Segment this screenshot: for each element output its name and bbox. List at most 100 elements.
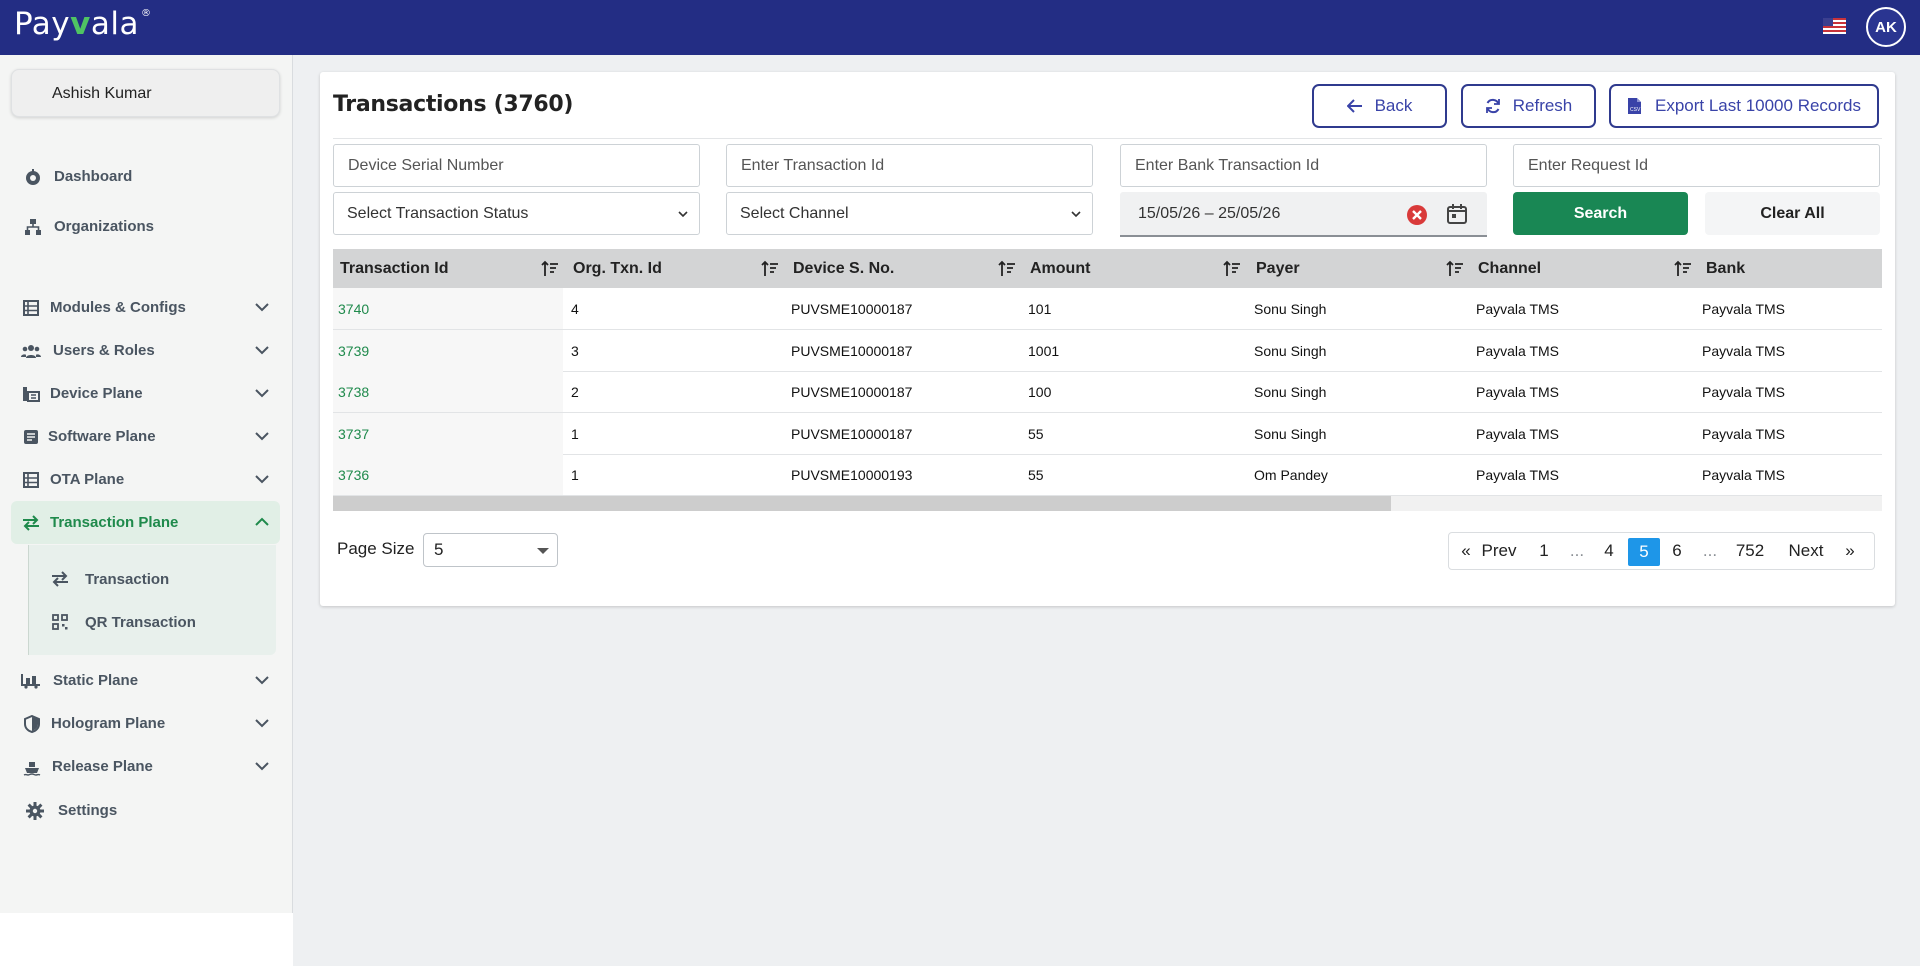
table-row[interactable]: 3737 1 PUVSME10000187 55 Sonu Singh Payv…	[333, 413, 1882, 455]
table-row[interactable]: 3738 2 PUVSME10000187 100 Sonu Singh Pay…	[333, 371, 1882, 413]
search-button[interactable]: Search	[1513, 192, 1688, 235]
first-page-button[interactable]: «	[1457, 533, 1475, 569]
transaction-id-link[interactable]: 3737	[338, 413, 369, 454]
sidebar-subitem-transaction[interactable]: Transaction	[50, 564, 169, 594]
transaction-id-link[interactable]: 3739	[338, 330, 369, 371]
calendar-icon[interactable]	[1446, 203, 1468, 225]
sidebar-subitem-label: Transaction	[85, 570, 170, 588]
clear-date-icon[interactable]	[1406, 204, 1428, 226]
org-txn-id-cell: 1	[571, 466, 579, 483]
next-page-button[interactable]: Next	[1783, 533, 1829, 569]
sidebar-item-release-plane[interactable]: Release Plane	[11, 745, 280, 788]
request-id-input[interactable]: Enter Request Id	[1513, 144, 1880, 187]
table-row[interactable]: 3739 3 PUVSME10000187 1001 Sonu Singh Pa…	[333, 330, 1882, 372]
page-button[interactable]: 6	[1667, 533, 1687, 569]
sidebar-item-users-roles[interactable]: Users & Roles	[11, 329, 280, 372]
table-row[interactable]: 3740 4 PUVSME10000187 101 Sonu Singh Pay…	[333, 288, 1882, 330]
sidebar-item-label: Modules & Configs	[50, 299, 186, 316]
page-button[interactable]: 4	[1599, 533, 1619, 569]
users-icon	[21, 341, 41, 361]
sidebar-item-modules-configs[interactable]: Modules & Configs	[11, 286, 280, 329]
sidebar-item-static-plane[interactable]: Static Plane	[11, 659, 280, 702]
sidebar-item-label: Release Plane	[52, 758, 153, 775]
channel-select[interactable]: Select Channel	[726, 192, 1093, 235]
payer-cell: Sonu Singh	[1254, 342, 1327, 359]
refresh-icon	[1485, 98, 1501, 114]
sidebar-item-label: Transaction Plane	[50, 514, 179, 531]
sort-icon[interactable]	[1446, 260, 1464, 277]
page-button[interactable]: 752	[1732, 533, 1768, 569]
table-header: Transaction Id Org. Txn. Id Device S. No…	[333, 249, 1882, 288]
last-page-button[interactable]: »	[1841, 533, 1859, 569]
modules-icon	[21, 298, 41, 318]
refresh-button[interactable]: Refresh	[1461, 84, 1596, 128]
device-s-no-cell: PUVSME10000187	[791, 383, 913, 400]
sidebar-item-label: Software Plane	[48, 428, 156, 445]
sidebar-item-organizations[interactable]: Organizations	[11, 205, 280, 248]
sidebar-subitem-label: QR Transaction	[85, 613, 196, 631]
sidebar-item-ota-plane[interactable]: OTA Plane	[11, 458, 280, 501]
transactions-card: Transactions (3760) Back Refresh CSV Exp…	[320, 72, 1895, 606]
amount-cell: 55	[1028, 425, 1044, 442]
chevron-down-icon	[678, 211, 688, 218]
column-header-bank[interactable]: Bank	[1706, 249, 1745, 288]
chevron-down-icon	[255, 346, 269, 355]
sidebar-item-software-plane[interactable]: Software Plane	[11, 415, 280, 458]
column-header-transaction-id[interactable]: Transaction Id	[340, 249, 448, 288]
date-range-picker[interactable]: 15/05/26 – 25/05/26	[1120, 192, 1487, 237]
column-header-channel[interactable]: Channel	[1478, 249, 1541, 288]
table-row[interactable]: 3736 1 PUVSME10000193 55 Om Pandey Payva…	[333, 454, 1882, 496]
chevron-down-icon	[255, 762, 269, 771]
sort-icon[interactable]	[1223, 260, 1241, 277]
channel-value: Select Channel	[740, 204, 849, 222]
page-size-select[interactable]: 5	[423, 533, 558, 567]
svg-text:CSV: CSV	[1630, 107, 1641, 113]
bank-cell: Payvala TMS	[1702, 300, 1785, 317]
column-header-device-s-no[interactable]: Device S. No.	[793, 249, 894, 288]
device-serial-input[interactable]: Device Serial Number	[333, 144, 700, 187]
column-header-org-txn-id[interactable]: Org. Txn. Id	[573, 249, 662, 288]
page-button-active[interactable]: 5	[1628, 538, 1660, 566]
transaction-id-link[interactable]: 3740	[338, 288, 369, 329]
bank-transaction-id-input[interactable]: Enter Bank Transaction Id	[1120, 144, 1487, 187]
transaction-id-input[interactable]: Enter Transaction Id	[726, 144, 1093, 187]
sort-icon[interactable]	[541, 260, 559, 277]
bank-cell: Payvala TMS	[1702, 342, 1785, 359]
page-size-value: 5	[434, 540, 444, 559]
sidebar-item-hologram-plane[interactable]: Hologram Plane	[11, 702, 280, 745]
back-button[interactable]: Back	[1312, 84, 1447, 128]
clear-all-button[interactable]: Clear All	[1705, 192, 1880, 235]
sort-icon[interactable]	[1674, 260, 1692, 277]
page-button[interactable]: 1	[1534, 533, 1554, 569]
page-ellipsis: ...	[1569, 541, 1585, 560]
sidebar-item-transaction-plane[interactable]: Transaction Plane	[11, 501, 280, 544]
sidebar-item-label: Settings	[58, 802, 118, 819]
bank-cell: Payvala TMS	[1702, 383, 1785, 400]
brand-registered: ®	[140, 8, 152, 19]
export-button[interactable]: CSV Export Last 10000 Records	[1609, 84, 1879, 128]
user-avatar[interactable]: AK	[1866, 7, 1906, 47]
prev-page-button[interactable]: Prev	[1477, 533, 1521, 569]
sidebar-item-dashboard[interactable]: Dashboard	[11, 155, 280, 198]
sort-icon[interactable]	[998, 260, 1016, 277]
scrollbar-thumb[interactable]	[333, 496, 1391, 511]
device-s-no-cell: PUVSME10000187	[791, 300, 913, 317]
horizontal-scrollbar[interactable]	[333, 496, 1882, 511]
us-flag-icon[interactable]	[1823, 18, 1846, 34]
user-card[interactable]: Ashish Kumar	[11, 69, 280, 117]
sidebar-item-settings[interactable]: Settings	[11, 789, 280, 832]
organizations-icon	[23, 217, 43, 237]
transaction-status-select[interactable]: Select Transaction Status	[333, 192, 700, 235]
bank-transaction-id-placeholder: Enter Bank Transaction Id	[1135, 156, 1320, 174]
payer-cell: Sonu Singh	[1254, 425, 1327, 442]
sidebar-subitem-qr-transaction[interactable]: QR Transaction	[50, 607, 196, 637]
sort-icon[interactable]	[761, 260, 779, 277]
sidebar-item-device-plane[interactable]: Device Plane	[11, 372, 280, 415]
brand-logo[interactable]: Pay v ala ®	[14, 6, 151, 48]
transaction-id-link[interactable]: 3738	[338, 371, 369, 412]
transaction-id-link[interactable]: 3736	[338, 454, 369, 495]
column-header-payer[interactable]: Payer	[1256, 249, 1300, 288]
column-header-amount[interactable]: Amount	[1030, 249, 1090, 288]
request-id-placeholder: Enter Request Id	[1528, 156, 1649, 174]
page-title: Transactions (3760)	[333, 92, 574, 117]
